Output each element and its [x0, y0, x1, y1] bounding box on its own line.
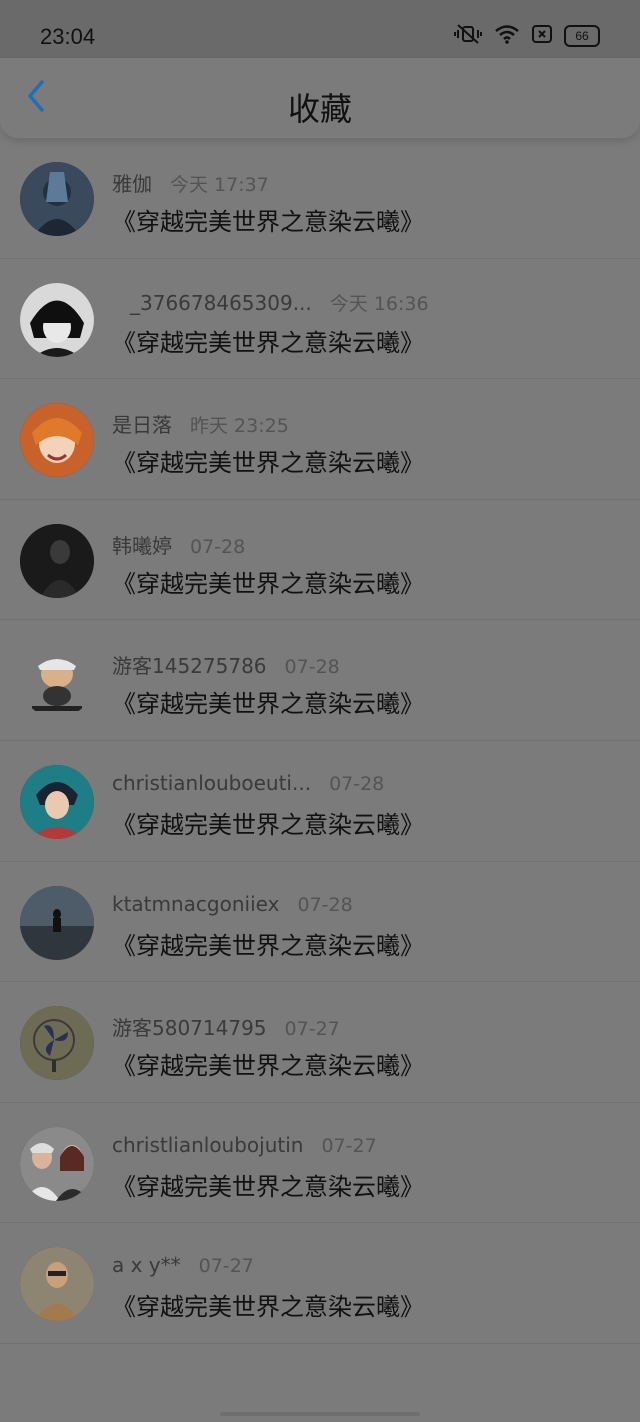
list-item[interactable]: 游客580714795 07-27 《穿越完美世界之意染云曦》 [0, 982, 640, 1103]
wifi-icon [494, 24, 520, 48]
timestamp: 今天 17:37 [170, 174, 269, 196]
avatar-orange-hair-icon [20, 403, 94, 478]
list-item[interactable]: 游客145275786 07-28 《穿越完美世界之意染云曦》 [0, 620, 640, 741]
item-meta: christlianloubojutin 07-27 [112, 1133, 377, 1157]
avatar-sketch-icon [20, 1247, 94, 1322]
timestamp: 07-28 [284, 656, 340, 679]
user-name: christlianloubojutin [112, 1132, 304, 1157]
item-meta: 韩曦婷 07-28 [112, 530, 245, 559]
avatar-couple-icon [20, 1126, 94, 1201]
item-meta: christianlouboeuti... 07-28 [112, 771, 384, 795]
timestamp: 07-27 [321, 1134, 377, 1157]
avatar-sky-silhouette-icon [20, 885, 94, 960]
sim-icon [532, 25, 552, 47]
book-title: 《穿越完美世界之意染云曦》 [112, 690, 424, 719]
user-name: 雅伽 [112, 172, 152, 196]
avatar-anime-girl-icon [20, 162, 94, 236]
list-item[interactable]: christianlouboeuti... 07-28 《穿越完美世界之意染云曦… [0, 741, 640, 862]
list-item[interactable]: 韩曦婷 07-28 《穿越完美世界之意染云曦》 [0, 500, 640, 621]
timestamp: 07-28 [190, 535, 246, 558]
home-indicator [220, 1412, 420, 1416]
item-meta: 游客580714795 07-27 [112, 1012, 340, 1041]
user-name: a x y** [112, 1253, 181, 1278]
list-item[interactable]: ktatmnacgoniiex 07-28 《穿越完美世界之意染云曦》 [0, 862, 640, 983]
list-item[interactable]: 是日落 昨天 23:25 《穿越完美世界之意染云曦》 [0, 379, 640, 500]
user-name: 游客145275786 [112, 654, 267, 679]
status-time: 23:04 [40, 24, 96, 49]
book-title: 《穿越完美世界之意染云曦》 [112, 1052, 424, 1081]
avatar-dark-photo-icon [20, 523, 94, 598]
timestamp: 07-28 [297, 893, 353, 916]
list-item[interactable]: _376678465309... 今天 16:36 《穿越完美世界之意染云曦》 [0, 259, 640, 380]
user-name: 韩曦婷 [112, 533, 172, 558]
nav-bar: 收藏 [0, 58, 640, 138]
timestamp: 07-27 [284, 1018, 340, 1041]
book-title: 《穿越完美世界之意染云曦》 [112, 569, 424, 598]
vibrate-mute-icon [454, 24, 482, 48]
item-meta: 是日落 昨天 23:25 [112, 409, 289, 438]
list-item[interactable]: 雅伽 今天 17:37 《穿越完美世界之意染云曦》 [0, 138, 640, 259]
page-title: 收藏 [287, 90, 352, 128]
book-title: 《穿越完美世界之意染云曦》 [112, 208, 424, 236]
user-name: ktatmnacgoniiex [112, 891, 280, 916]
list-item[interactable]: christlianloubojutin 07-27 《穿越完美世界之意染云曦》 [0, 1103, 640, 1224]
avatar-anime-boy-icon [20, 282, 94, 357]
book-title: 《穿越完美世界之意染云曦》 [112, 810, 424, 839]
item-meta: ktatmnacgoniiex 07-28 [112, 892, 353, 916]
item-meta: a x y** 07-27 [112, 1253, 254, 1277]
user-name: christianlouboeuti... [112, 770, 312, 795]
timestamp: 昨天 23:25 [190, 415, 289, 438]
timestamp: 今天 16:36 [329, 292, 429, 315]
status-icons: 66 [454, 24, 600, 48]
book-title: 《穿越完美世界之意染云曦》 [112, 1293, 424, 1322]
user-name: 是日落 [112, 413, 172, 438]
avatar-fan-icon [20, 1006, 94, 1081]
timestamp: 07-28 [329, 772, 385, 795]
avatar-cartoon-icon [20, 644, 94, 719]
favorites-list: 雅伽 今天 17:37 《穿越完美世界之意染云曦》 _376678465309.… [0, 138, 640, 1344]
battery-icon: 66 [564, 25, 600, 47]
user-name: 游客580714795 [112, 1016, 267, 1041]
timestamp: 07-27 [198, 1255, 254, 1278]
book-title: 《穿越完美世界之意染云曦》 [112, 1172, 424, 1201]
user-name: _376678465309... [130, 290, 312, 315]
item-meta: 雅伽 今天 17:37 [112, 168, 269, 197]
avatar-hoodie-boy-icon [20, 764, 94, 839]
list-item[interactable]: a x y** 07-27 《穿越完美世界之意染云曦》 [0, 1223, 640, 1344]
item-meta: 游客145275786 07-28 [112, 650, 340, 679]
status-bar: 23:04 66 [0, 0, 640, 58]
book-title: 《穿越完美世界之意染云曦》 [112, 931, 424, 960]
item-meta: _376678465309... 今天 16:36 [130, 289, 429, 316]
book-title: 《穿越完美世界之意染云曦》 [112, 328, 424, 357]
book-title: 《穿越完美世界之意染云曦》 [112, 449, 424, 478]
